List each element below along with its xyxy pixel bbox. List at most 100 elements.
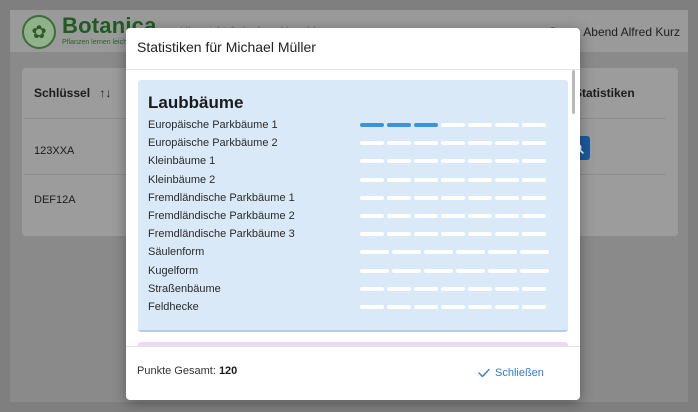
progress-segment-empty	[522, 141, 546, 146]
progress-segment-empty	[387, 141, 411, 146]
table-row-key: DEF12A	[34, 194, 76, 206]
progress-segment-empty	[414, 214, 438, 219]
progress-segment-empty	[392, 250, 421, 255]
progress-segment-empty	[495, 141, 519, 146]
progress-segment-empty	[522, 214, 546, 219]
progress-segment-empty	[495, 214, 519, 219]
progress-segment-filled	[360, 123, 384, 128]
progress-segment-empty	[522, 177, 546, 182]
progress-segments	[360, 250, 549, 255]
statistics-modal: Statistiken für Michael Müller Laubbäume…	[126, 28, 580, 400]
progress-segments	[360, 214, 546, 219]
progress-segment-empty	[387, 232, 411, 237]
statistic-row: Fremdländische Parkbäume 1	[148, 189, 558, 207]
progress-segment-empty	[441, 286, 465, 291]
category-section: Laubbäume Europäische Parkbäume 1 Europäi…	[138, 80, 568, 332]
close-button-label: Schließen	[495, 367, 544, 379]
progress-segment-empty	[441, 304, 465, 309]
progress-segment-empty	[360, 141, 384, 146]
total-points-label: Punkte Gesamt:	[137, 365, 216, 377]
progress-segment-empty	[441, 214, 465, 219]
total-points: Punkte Gesamt: 120	[137, 365, 237, 377]
statistic-row-label: Säulenform	[148, 246, 205, 259]
progress-segment-empty	[360, 214, 384, 219]
progress-segment-empty	[441, 159, 465, 164]
progress-segment-empty	[441, 195, 465, 200]
progress-segment-empty	[495, 123, 519, 128]
progress-segments	[360, 177, 546, 182]
progress-segment-empty	[468, 304, 492, 309]
column-header-statistics: Statistiken	[574, 86, 635, 100]
progress-segment-empty	[495, 177, 519, 182]
progress-segment-empty	[468, 232, 492, 237]
progress-segment-empty	[360, 195, 384, 200]
statistic-row-label: Europäische Parkbäume 1	[148, 119, 278, 132]
progress-segment-empty	[468, 177, 492, 182]
modal-header: Statistiken für Michael Müller	[126, 28, 580, 70]
modal-footer: Punkte Gesamt: 120 Schließen	[126, 346, 580, 400]
progress-segment-empty	[360, 268, 389, 273]
statistic-row-label: Straßenbäume	[148, 282, 221, 295]
progress-segment-empty	[495, 304, 519, 309]
progress-segment-empty	[495, 232, 519, 237]
progress-segment-empty	[414, 159, 438, 164]
statistic-row: Fremdländische Parkbäume 2	[148, 207, 558, 225]
progress-segment-empty	[468, 123, 492, 128]
statistic-row-label: Fremdländische Parkbäume 2	[148, 210, 295, 223]
progress-segment-empty	[387, 214, 411, 219]
statistic-row-label: Kugelform	[148, 264, 199, 277]
progress-segment-empty	[456, 268, 485, 273]
progress-segment-empty	[360, 286, 384, 291]
statistic-row: Feldhecke	[148, 298, 558, 316]
progress-segment-empty	[441, 123, 465, 128]
modal-body[interactable]: Laubbäume Europäische Parkbäume 1 Europäi…	[126, 70, 580, 346]
progress-segment-empty	[488, 250, 517, 255]
progress-segment-empty	[522, 286, 546, 291]
progress-segments	[360, 123, 546, 128]
progress-segment-empty	[522, 123, 546, 128]
progress-segments	[360, 141, 546, 146]
progress-segment-empty	[441, 141, 465, 146]
statistic-row-label: Europäische Parkbäume 2	[148, 137, 278, 150]
progress-segment-empty	[387, 286, 411, 291]
progress-segment-empty	[468, 141, 492, 146]
progress-segments	[360, 232, 546, 237]
sort-icon[interactable]: ↑↓	[99, 86, 111, 100]
statistic-row: Straßenbäume	[148, 280, 558, 298]
scrollbar[interactable]	[572, 70, 575, 114]
progress-segment-empty	[522, 232, 546, 237]
statistic-row-label: Kleinbäume 1	[148, 155, 216, 168]
progress-segment-empty	[522, 304, 546, 309]
progress-segment-empty	[392, 268, 421, 273]
progress-segments	[360, 268, 549, 273]
statistic-row-label: Fremdländische Parkbäume 3	[148, 228, 295, 241]
progress-segment-filled	[414, 123, 438, 128]
progress-segment-empty	[468, 195, 492, 200]
check-icon	[478, 368, 490, 378]
progress-segment-empty	[468, 159, 492, 164]
progress-segment-filled	[387, 123, 411, 128]
table-row-key: 123XXA	[34, 145, 75, 157]
category-items: Europäische Parkbäume 1 Europäische Parkb…	[148, 116, 558, 316]
total-points-value: 120	[218, 365, 238, 377]
progress-segment-empty	[468, 214, 492, 219]
progress-segment-empty	[360, 159, 384, 164]
statistic-row: Fremdländische Parkbäume 3	[148, 225, 558, 243]
progress-segment-empty	[387, 304, 411, 309]
close-button[interactable]: Schließen	[478, 362, 558, 384]
column-header-key[interactable]: Schlüssel ↑↓	[34, 86, 111, 100]
progress-segment-empty	[522, 195, 546, 200]
statistic-row: Säulenform	[148, 243, 558, 261]
statistic-row-label: Fremdländische Parkbäume 1	[148, 191, 295, 204]
statistic-row: Europäische Parkbäume 2	[148, 134, 558, 152]
logo-icon: ✿	[22, 15, 56, 49]
statistic-row: Kleinbäume 2	[148, 171, 558, 189]
progress-segment-empty	[387, 159, 411, 164]
progress-segment-empty	[522, 159, 546, 164]
statistic-row: Kugelform	[148, 262, 558, 280]
progress-segment-empty	[414, 232, 438, 237]
progress-segment-empty	[424, 250, 453, 255]
progress-segment-empty	[360, 250, 389, 255]
progress-segment-empty	[441, 177, 465, 182]
progress-segment-empty	[424, 268, 453, 273]
